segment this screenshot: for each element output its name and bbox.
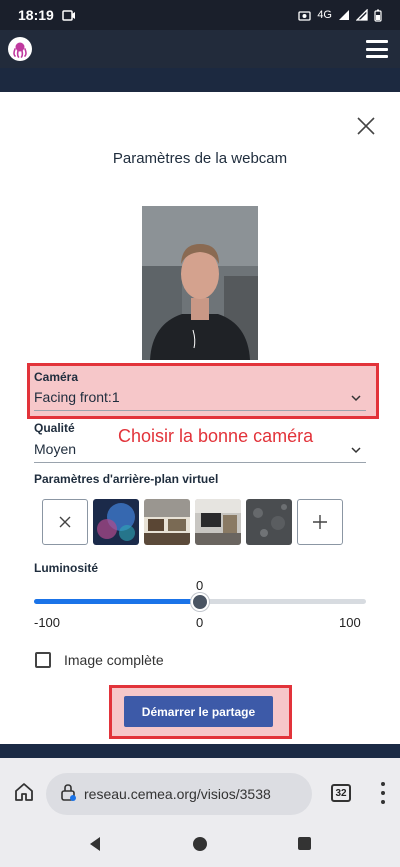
camera-select-value: Facing front:1 (34, 389, 120, 405)
close-icon (59, 516, 71, 528)
background-strip (0, 68, 400, 92)
brightness-slider-fill (34, 599, 200, 604)
webcam-preview (142, 206, 258, 360)
add-background-button[interactable] (297, 499, 343, 545)
brightness-value: 0 (196, 578, 204, 593)
home-nav-icon[interactable] (193, 837, 207, 851)
menu-icon[interactable] (366, 40, 388, 58)
plus-icon (313, 515, 327, 529)
site-info-icon[interactable] (60, 783, 76, 806)
brightness-max-label: 100 (339, 615, 361, 630)
close-icon[interactable] (356, 116, 376, 136)
background-office-option[interactable] (144, 499, 190, 545)
back-icon[interactable] (88, 836, 102, 857)
background-label: Paramètres d'arrière-plan virtuel (34, 472, 219, 486)
quality-select[interactable]: Moyen (34, 441, 366, 463)
url-text: reseau.cemea.org/visios/3538 (84, 786, 271, 802)
brightness-slider-thumb[interactable] (191, 593, 209, 611)
chevron-down-icon (350, 443, 362, 459)
background-texture-option[interactable] (246, 499, 292, 545)
camera-select[interactable]: Facing front:1 (34, 389, 366, 411)
brightness-mid-label: 0 (196, 615, 204, 630)
signal-icon (339, 10, 349, 20)
background-blur-option[interactable] (93, 499, 139, 545)
full-image-label: Image complète (64, 652, 164, 668)
brightness-label: Luminosité (34, 561, 99, 575)
app-header (0, 30, 400, 68)
quality-label: Qualité (34, 421, 75, 435)
url-field[interactable]: reseau.cemea.org/visios/3538 (46, 773, 312, 815)
camera-label: Caméra (34, 370, 79, 384)
background-bottom-strip (0, 744, 400, 758)
background-options (42, 499, 343, 545)
chevron-down-icon (350, 391, 362, 407)
modal-title: Paramètres de la webcam (112, 150, 288, 167)
no-background-button[interactable] (42, 499, 88, 545)
video-call-icon (62, 9, 76, 21)
quality-select-value: Moyen (34, 441, 77, 457)
status-right: 4G (298, 9, 382, 22)
camera-status-icon (298, 10, 311, 21)
start-sharing-button[interactable]: Démarrer le partage (124, 696, 273, 727)
brightness-min-label: -100 (34, 615, 61, 630)
background-room-option[interactable] (195, 499, 241, 545)
network-type: 4G (317, 9, 332, 21)
tab-switcher-button[interactable]: 32 (331, 784, 351, 802)
status-bar: 18:19 4G (0, 0, 400, 30)
octopus-logo-icon[interactable] (8, 37, 32, 61)
more-options-icon[interactable] (380, 782, 386, 804)
signal2-icon (356, 9, 368, 21)
battery-icon (374, 9, 382, 22)
home-icon[interactable] (14, 782, 34, 807)
full-image-checkbox[interactable] (35, 652, 51, 668)
status-time: 18:19 (18, 7, 54, 23)
recent-apps-icon[interactable] (298, 837, 311, 850)
